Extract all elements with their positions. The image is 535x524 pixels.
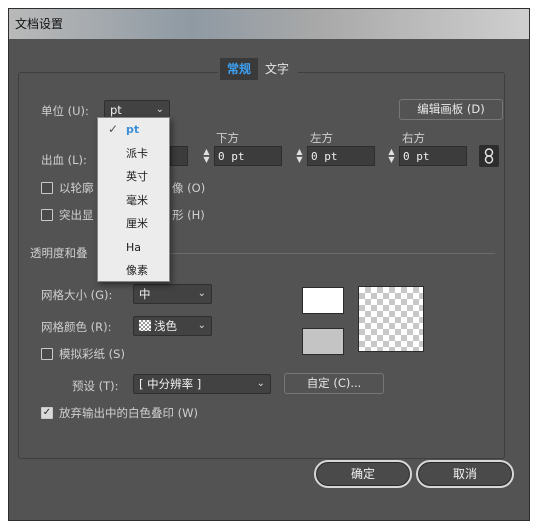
checker-swatch-icon (139, 320, 151, 331)
edit-artboard-button[interactable]: 编辑画板 (D) (399, 99, 503, 120)
preset-label: 预设 (T): (72, 379, 119, 393)
tab-bar: 常规 文字 (218, 58, 299, 80)
checkbox-box[interactable] (41, 348, 53, 360)
grid-color-swatch[interactable] (302, 328, 344, 355)
chain-link-icon (484, 148, 494, 164)
chevron-down-icon: ⌄ (197, 320, 206, 331)
checkbox-box[interactable] (41, 209, 53, 221)
unit-label: 单位 (U): (41, 104, 89, 118)
unit-select-value: pt (110, 103, 122, 117)
grid-size-label: 网格大小 (G): (41, 288, 113, 302)
paper-color-swatch[interactable] (302, 287, 344, 314)
outline-label-right: 像 (O) (172, 181, 206, 195)
unit-option-cm[interactable]: 厘米 (98, 212, 169, 236)
bleed-right-input[interactable] (399, 146, 467, 166)
chevron-down-icon: ⌄ (256, 378, 265, 389)
highlight-label-left: 突出显 (59, 208, 94, 222)
grid-size-select[interactable]: 中 ⌄ (133, 284, 212, 304)
grid-size-value: 中 (139, 287, 151, 301)
stepper-arrows-icon[interactable]: ▲ ▼ (386, 147, 397, 165)
highlight-checkbox[interactable]: 突出显 (41, 207, 94, 223)
chevron-down-icon: ⌄ (197, 288, 206, 299)
bleed-right-label: 右方 (402, 131, 425, 145)
settings-panel (18, 72, 505, 459)
bleed-left-stepper[interactable]: ▲ ▼ (294, 146, 376, 166)
bleed-bottom-stepper[interactable]: ▲ ▼ (201, 146, 283, 166)
bleed-left-label: 左方 (310, 131, 333, 145)
custom-button[interactable]: 自定 (C)... (284, 373, 384, 394)
bleed-top-field[interactable] (170, 146, 188, 166)
outline-mode-checkbox[interactable]: 以轮廓 (41, 180, 94, 196)
transparency-grid-preview (358, 286, 424, 352)
unit-dropdown-menu: ✓ pt 派卡 英寸 毫米 厘米 Ha 像素 (97, 117, 170, 282)
bleed-bottom-input[interactable] (214, 146, 282, 166)
bleed-bottom-label: 下方 (216, 131, 239, 145)
outline-label-left: 以轮廓 (59, 181, 94, 195)
link-bleed-button[interactable] (479, 145, 499, 167)
bleed-left-input[interactable] (307, 146, 375, 166)
section-divider (170, 253, 495, 254)
grid-color-value: 浅色 (154, 319, 177, 333)
unit-option-pica[interactable]: 派卡 (98, 142, 169, 166)
cancel-button[interactable]: 取消 (416, 460, 514, 488)
unit-option-mm[interactable]: 毫米 (98, 189, 169, 213)
unit-option-pixel[interactable]: 像素 (98, 259, 169, 283)
grid-color-label: 网格颜色 (R): (41, 320, 112, 334)
window-title: 文档设置 (15, 17, 64, 31)
bleed-label: 出血 (L): (41, 153, 87, 167)
checkbox-box[interactable]: ✓ (41, 407, 53, 419)
ok-button[interactable]: 确定 (314, 460, 412, 488)
unit-option-label: pt (126, 123, 140, 136)
bleed-right-stepper[interactable]: ▲ ▼ (386, 146, 468, 166)
stepper-arrows-icon[interactable]: ▲ ▼ (201, 147, 212, 165)
unit-option-pt[interactable]: ✓ pt (98, 118, 169, 142)
preset-select[interactable]: [ 中分辨率 ] ⌄ (133, 374, 271, 394)
preset-value: [ 中分辨率 ] (139, 377, 202, 391)
grid-color-select[interactable]: 浅色 ⌄ (133, 316, 212, 336)
title-bar[interactable]: 文档设置 (9, 9, 529, 39)
simulate-paper-checkbox[interactable]: 模拟彩纸 (S) (41, 346, 125, 362)
checkbox-box[interactable] (41, 182, 53, 194)
checkmark-icon: ✓ (108, 122, 119, 136)
simulate-paper-label: 模拟彩纸 (S) (59, 347, 125, 361)
discard-white-overprint-checkbox[interactable]: ✓ 放弃输出中的白色叠印 (W) (41, 405, 198, 421)
discard-white-label: 放弃输出中的白色叠印 (W) (59, 406, 198, 420)
unit-option-ha[interactable]: Ha (98, 236, 169, 260)
stepper-arrows-icon[interactable]: ▲ ▼ (294, 147, 305, 165)
tab-general[interactable]: 常规 (220, 58, 259, 80)
unit-option-inch[interactable]: 英寸 (98, 165, 169, 189)
highlight-label-right: 形 (H) (172, 208, 205, 222)
transparency-section-label: 透明度和叠 (30, 246, 88, 260)
tab-type[interactable]: 文字 (258, 58, 296, 80)
